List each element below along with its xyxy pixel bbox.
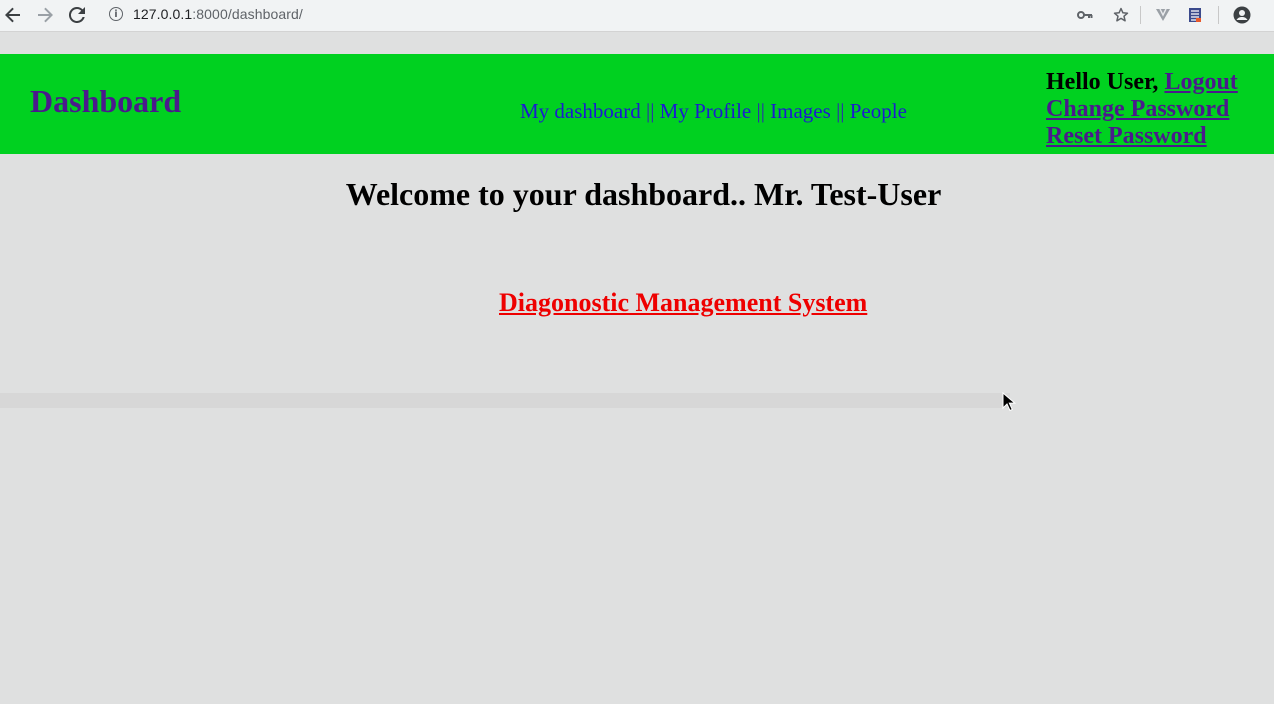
- key-icon[interactable]: [1074, 4, 1096, 26]
- reset-password-link[interactable]: Reset Password: [1046, 123, 1238, 150]
- nav-divider: ||: [756, 99, 765, 123]
- extension-list-icon[interactable]: [1184, 4, 1206, 26]
- nav-divider: ||: [645, 99, 655, 123]
- extension-v-icon[interactable]: [1152, 4, 1174, 26]
- nav-my-dashboard[interactable]: My dashboard: [520, 99, 641, 123]
- url-host: 127.0.0.1: [133, 6, 193, 22]
- main-nav: My dashboard || My Profile || Images || …: [520, 99, 907, 124]
- diagnostic-management-link[interactable]: Diagonostic Management System: [499, 288, 867, 318]
- toolbar-divider: [1218, 6, 1219, 24]
- star-icon[interactable]: [1110, 4, 1132, 26]
- user-greeting: Hello User,: [1046, 69, 1159, 95]
- user-greeting-row: Hello User, Logout: [1046, 69, 1238, 96]
- mouse-pointer-icon: [1002, 392, 1016, 412]
- url-path: :8000/dashboard/: [192, 6, 303, 22]
- horizontal-scrollbar[interactable]: [0, 393, 1010, 408]
- info-icon[interactable]: i: [109, 7, 123, 21]
- nav-my-profile[interactable]: My Profile: [660, 99, 752, 123]
- account-icon[interactable]: [1231, 4, 1253, 26]
- browser-toolbar: i 127.0.0.1:8000/dashboard/: [0, 0, 1274, 32]
- brand-title: Dashboard: [30, 83, 182, 119]
- reload-icon[interactable]: [66, 4, 88, 26]
- toolbar-divider: [1140, 6, 1141, 24]
- back-arrow-icon[interactable]: [2, 4, 24, 26]
- logout-link[interactable]: Logout: [1164, 69, 1237, 95]
- nav-people[interactable]: People: [850, 99, 907, 123]
- site-header: Dashboard My dashboard || My Profile || …: [0, 54, 1274, 154]
- nav-divider: ||: [836, 99, 845, 123]
- forward-arrow-icon[interactable]: [34, 4, 56, 26]
- nav-images[interactable]: Images: [770, 99, 831, 123]
- address-bar[interactable]: 127.0.0.1:8000/dashboard/: [133, 6, 303, 22]
- user-menu: Hello User, Logout Change Password Reset…: [1046, 69, 1238, 150]
- change-password-link[interactable]: Change Password: [1046, 96, 1238, 123]
- welcome-heading: Welcome to your dashboard.. Mr. Test-Use…: [345, 176, 942, 212]
